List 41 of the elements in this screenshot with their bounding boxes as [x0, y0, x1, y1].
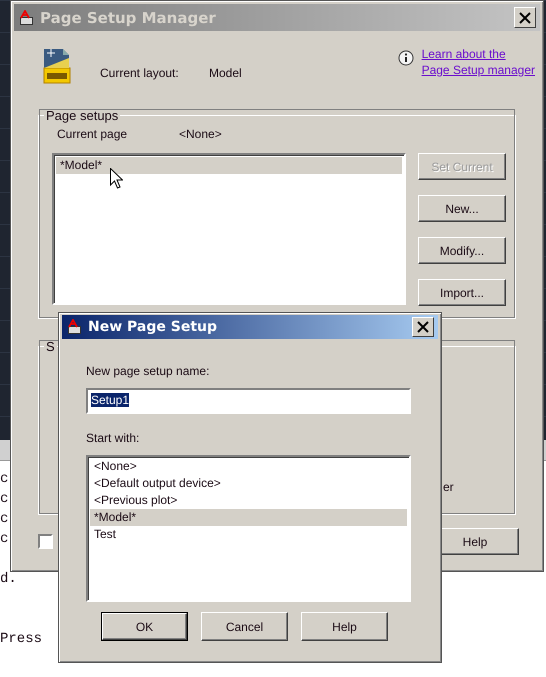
close-button[interactable]	[514, 7, 536, 28]
field-value: Model	[209, 66, 242, 80]
field-label: Start with:	[86, 431, 140, 445]
dialog-button[interactable]: OK	[101, 612, 188, 641]
console-text: c	[0, 490, 8, 509]
console-text: Press	[0, 630, 42, 649]
console-text: c	[0, 510, 8, 529]
list-item[interactable]: Test	[90, 526, 407, 543]
close-button[interactable]	[412, 317, 434, 337]
list-item[interactable]: <Default output device>	[90, 475, 407, 492]
console-text: d.	[0, 570, 17, 589]
list-item[interactable]: <Previous plot>	[90, 492, 407, 509]
dialog-button[interactable]: Help	[301, 612, 388, 641]
field-value: <None>	[179, 127, 222, 143]
list-item[interactable]: *Model*	[56, 157, 402, 174]
dialog-button[interactable]: Import...	[418, 279, 506, 306]
console-text: c	[0, 530, 8, 549]
close-icon	[417, 321, 429, 333]
field-value: er	[443, 480, 454, 494]
dialog-button[interactable]: New...	[418, 195, 506, 222]
field-label: Current page	[57, 127, 128, 143]
window-title: Page Setup Manager	[40, 8, 216, 26]
field-label: Current layout:	[100, 66, 180, 80]
mouse-pointer-icon	[110, 168, 123, 189]
console-text: c	[0, 470, 8, 489]
help-link[interactable]: Learn about the Page Setup manager	[422, 46, 535, 78]
name-field[interactable]: Setup1	[86, 388, 411, 414]
list-item[interactable]: <None>	[90, 458, 407, 475]
window-title: New Page Setup	[88, 319, 218, 335]
file-icon	[41, 48, 71, 84]
checkbox[interactable]	[38, 534, 53, 549]
info-icon	[398, 50, 414, 66]
dialog-button[interactable]: Cancel	[201, 612, 288, 641]
group-title: S	[45, 339, 56, 354]
app-icon	[18, 10, 34, 26]
group-title: Page setups	[45, 108, 120, 123]
dialog-button[interactable]: Modify...	[418, 237, 506, 264]
app-icon	[66, 319, 82, 335]
close-icon	[519, 12, 531, 24]
field-label: New page setup name:	[86, 364, 210, 378]
list-item[interactable]: *Model*	[90, 509, 407, 526]
